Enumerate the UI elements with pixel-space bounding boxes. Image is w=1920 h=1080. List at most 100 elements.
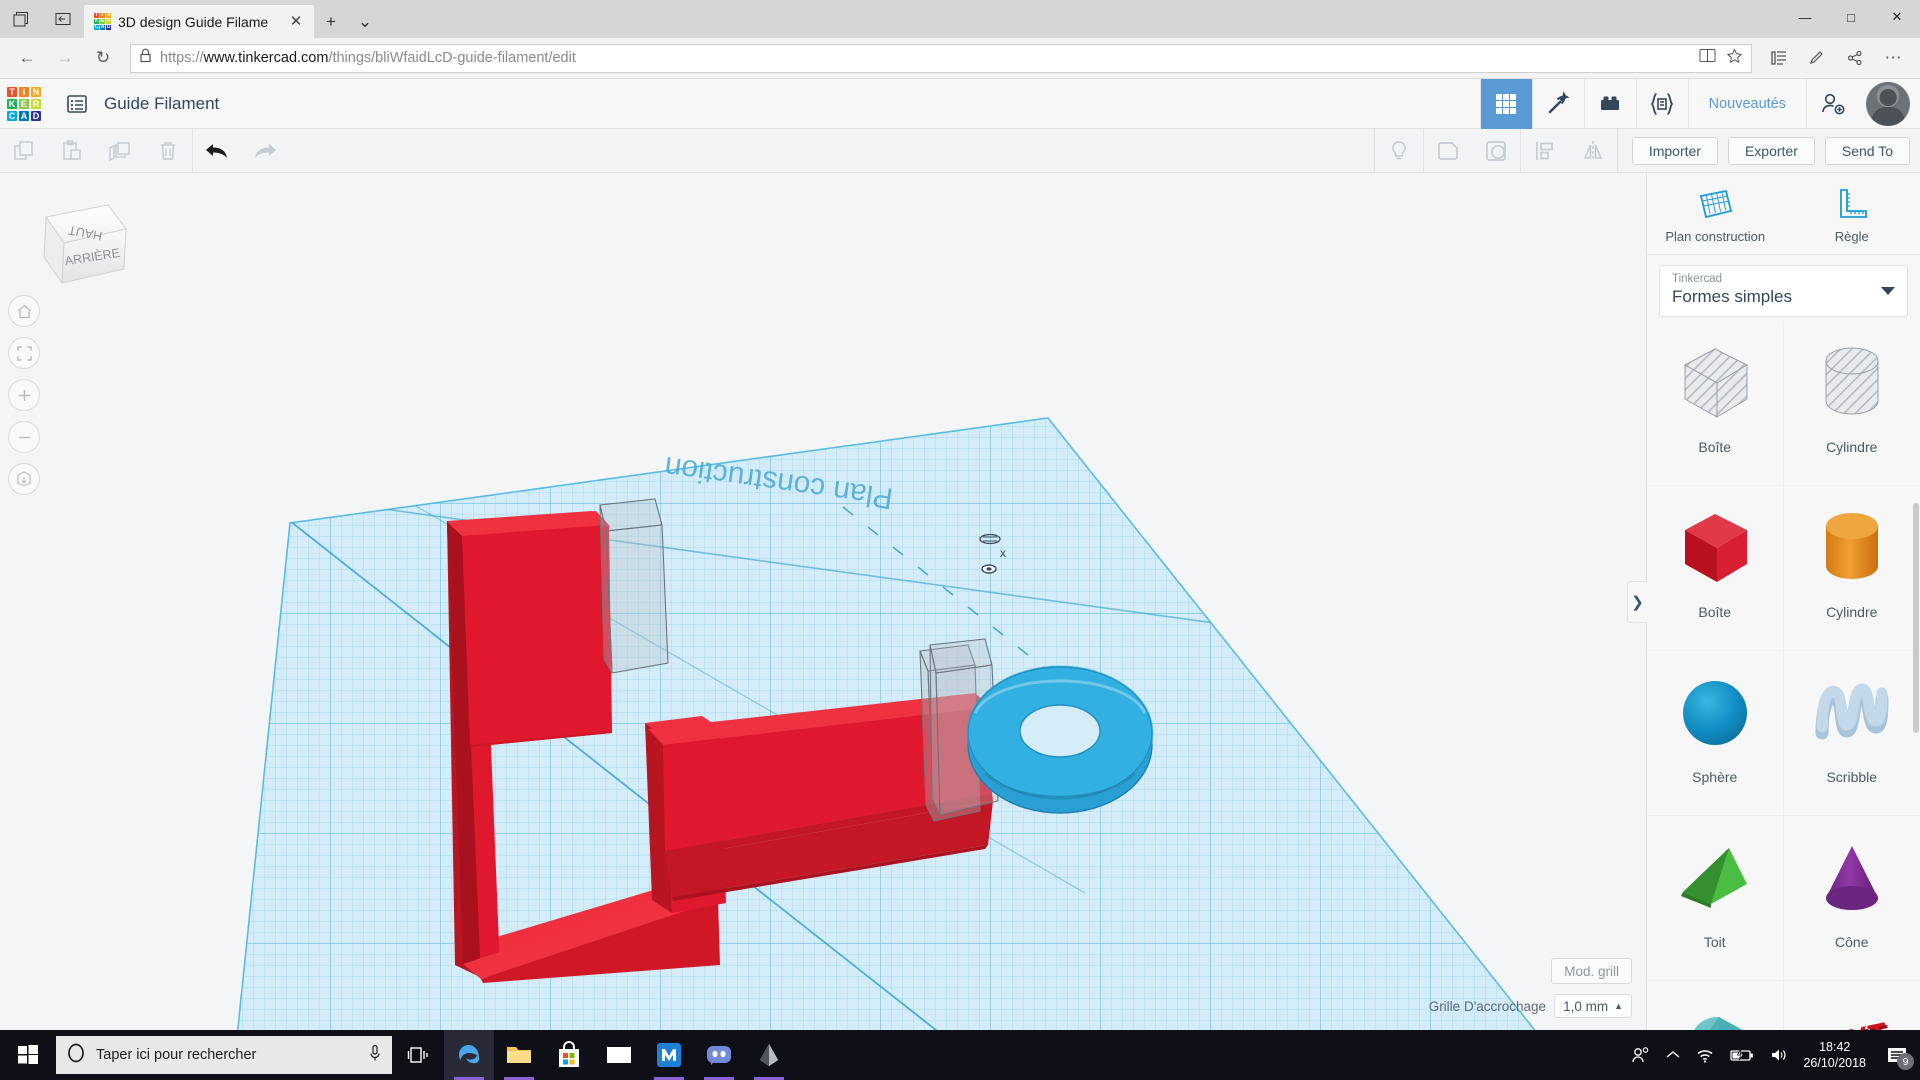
back-icon[interactable]: ← [8,42,46,74]
notification-badge: 9 [1897,1053,1914,1070]
system-tray: 18:42 26/10/2018 9 [1631,1030,1920,1080]
ruler-tool[interactable]: Règle [1784,187,1920,244]
grid-view-button[interactable] [1480,79,1532,129]
zoom-in-button[interactable] [8,379,40,411]
import-button[interactable]: Importer [1632,137,1718,165]
shape-library-select[interactable]: Tinkercad Formes simples [1659,265,1908,317]
ellipsis-icon[interactable]: ⋯ [1874,42,1912,74]
copy-button[interactable] [0,129,48,173]
redo-button[interactable] [241,129,289,173]
edit-grid-button[interactable]: Mod. grill [1551,958,1632,984]
clock[interactable]: 18:42 26/10/2018 [1803,1039,1866,1071]
collapse-panel-button[interactable]: ❯ [1627,581,1647,623]
view-cube[interactable]: HAUT ARRIÈRE [22,195,132,295]
pen-icon[interactable] [1798,42,1836,74]
workplane-tool[interactable]: Plan construction [1647,187,1784,244]
address-bar[interactable]: https://www.tinkercad.com/things/bliWfai… [130,44,1752,73]
send-to-button[interactable]: Send To [1825,137,1910,165]
show-hidden-icons-icon[interactable] [1665,1049,1681,1061]
forward-icon[interactable]: → [46,42,84,74]
reading-view-icon[interactable] [1699,48,1716,68]
ungroup-button[interactable] [1472,129,1520,173]
shape-item-boite-hole[interactable]: Boîte [1647,321,1784,486]
shape-item-texte[interactable]: TEXT TEXT Texte [1784,981,1920,1030]
tinkercad-logo[interactable]: TIN KER CAD [4,84,44,124]
group-button[interactable] [1424,129,1472,173]
paste-button[interactable] [48,129,96,173]
shape-item-scribble[interactable]: Scribble [1784,651,1920,816]
align-button[interactable] [1521,129,1569,173]
browser-tabstrip: TIN KER CAD 3D design Guide Filame ✕ + ⌄… [0,0,1920,38]
discord-app[interactable] [694,1030,744,1080]
microphone-icon[interactable] [368,1044,382,1066]
task-view-icon[interactable] [392,1030,444,1080]
export-button[interactable]: Exporter [1728,137,1815,165]
chevron-down-icon[interactable]: ⌄ [348,5,382,38]
windows-start-icon[interactable] [0,1030,56,1080]
projection-toggle-button[interactable] [8,463,40,495]
new-tab-button[interactable]: + [314,5,348,38]
maxthon-app[interactable] [644,1030,694,1080]
set-aside-tabs-button[interactable] [42,0,84,38]
shape-item-sphere[interactable]: Sphère [1647,651,1784,816]
svg-text:x: x [1000,546,1006,560]
news-link[interactable]: Nouveautés [1688,79,1806,129]
trash-icon[interactable] [144,129,192,173]
zoom-out-button[interactable] [8,421,40,453]
people-icon[interactable] [1631,1046,1651,1064]
undo-button[interactable] [193,129,241,173]
fit-view-button[interactable] [8,337,40,369]
microsoft-store-app[interactable] [544,1030,594,1080]
shape-item-cone[interactable]: Cône [1784,816,1920,981]
panel-scrollbar[interactable] [1913,503,1919,733]
page-title[interactable]: Guide Filament [104,94,219,114]
avatar[interactable] [1866,82,1910,126]
sphere-icon [1661,665,1769,761]
roof-icon [1661,830,1769,926]
snap-grid-select[interactable]: 1,0 mm ▲ [1554,994,1632,1018]
browser-tab[interactable]: TIN KER CAD 3D design Guide Filame ✕ [84,5,314,38]
shape-label: Scribble [1826,769,1877,785]
maximize-button[interactable]: □ [1828,0,1874,34]
shape-item-toit-arrondi[interactable]: Toit arrondi [1647,981,1784,1030]
ruler-tool-label: Règle [1835,229,1869,244]
star-icon[interactable] [1726,48,1743,69]
shape-item-boite[interactable]: Boîte [1647,486,1784,651]
scribble-icon [1798,665,1906,761]
project-list-icon[interactable] [62,89,92,119]
volume-icon[interactable] [1769,1047,1789,1063]
lightbulb-icon[interactable] [1375,129,1423,173]
close-icon[interactable]: ✕ [286,14,306,29]
shape-item-cylindre[interactable]: Cylindre [1784,486,1920,651]
battery-charging-icon[interactable] [1729,1048,1755,1063]
hub-icon[interactable] [1760,42,1798,74]
search-input[interactable]: Taper ici pour rechercher [56,1036,392,1074]
home-view-button[interactable] [8,295,40,327]
shape-item-cylindre-hole[interactable]: Cylindre [1784,321,1920,486]
add-person-icon[interactable] [1806,79,1858,129]
box-hole-icon [1661,335,1769,431]
codeblocks-icon[interactable] [1636,79,1688,129]
text-icon: TEXT TEXT [1798,995,1906,1030]
lego-brick-icon[interactable] [1584,79,1636,129]
wifi-icon[interactable] [1695,1047,1715,1063]
close-window-button[interactable]: ✕ [1874,0,1920,34]
cortana-circle-icon [66,1043,86,1067]
shape-item-toit[interactable]: Toit [1647,816,1784,981]
cura-app[interactable] [744,1030,794,1080]
tinkercad-toolbar: Importer Exporter Send To [0,129,1920,173]
tab-list-button[interactable] [0,0,42,38]
file-explorer-app[interactable] [494,1030,544,1080]
shape-label: Boîte [1698,439,1731,455]
shapes-panel: ❯ Plan construction Règle [1646,173,1920,1030]
share-icon[interactable] [1836,42,1874,74]
action-center-icon[interactable]: 9 [1880,1030,1914,1080]
mail-app[interactable] [594,1030,644,1080]
3d-viewport[interactable]: Plan construction x [0,173,1646,1030]
edge-app[interactable] [444,1030,494,1080]
duplicate-button[interactable] [96,129,144,173]
mirror-button[interactable] [1569,129,1617,173]
pickaxe-icon[interactable] [1532,79,1584,129]
reload-icon[interactable]: ↻ [84,42,122,74]
minimize-button[interactable]: — [1782,0,1828,34]
